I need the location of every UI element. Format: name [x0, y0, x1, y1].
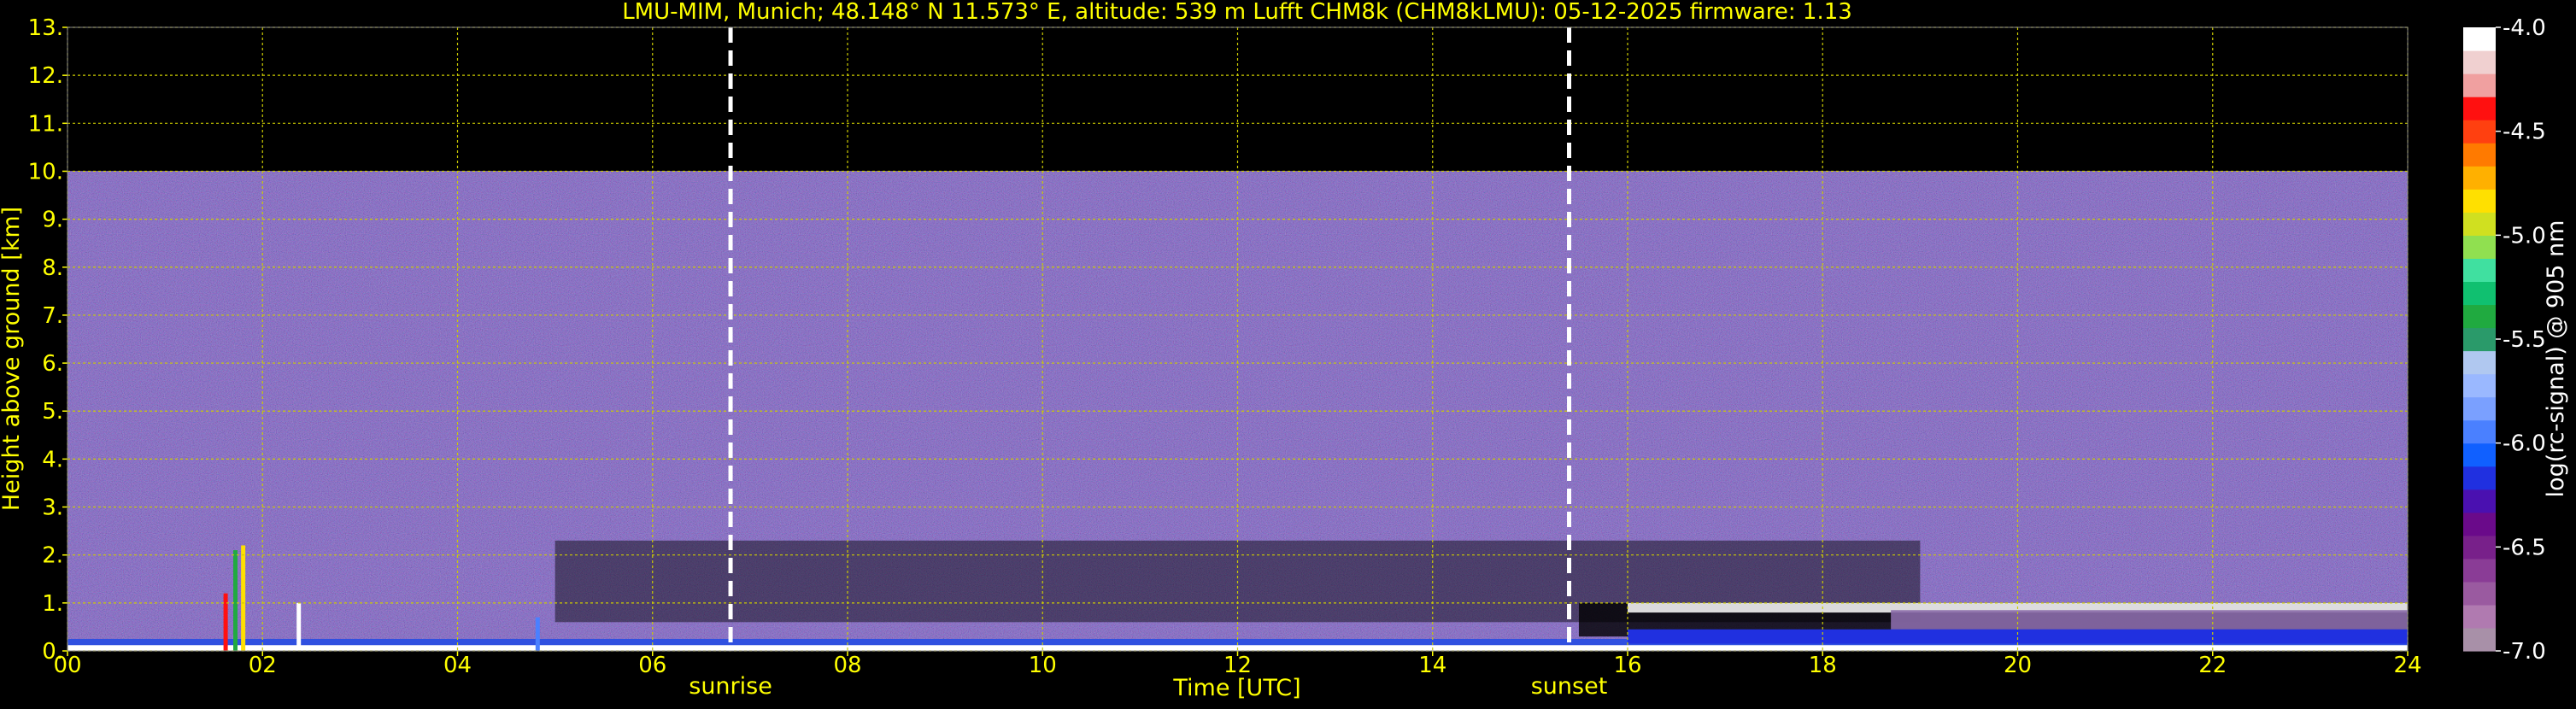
colorbar-segment — [2463, 442, 2496, 467]
colorbar-segment — [2463, 143, 2496, 167]
y-tick-label: 0. — [42, 639, 63, 665]
low-cloud — [1891, 610, 2408, 632]
x-tick-label: 14 — [1418, 653, 1446, 678]
colorbar-segment — [2463, 50, 2496, 74]
y-tick-label: 10. — [28, 159, 63, 185]
x-tick-label: 02 — [249, 653, 277, 678]
x-tick-label: 06 — [638, 653, 666, 678]
y-tick-label: 9. — [42, 208, 63, 233]
colorbar-segment — [2463, 212, 2496, 236]
y-tick-label: 8. — [42, 255, 63, 281]
colorbar-segment — [2463, 373, 2496, 398]
y-tick-label: 2. — [42, 543, 63, 569]
colorbar-label: log(rc-signal) @ 905 nm — [2543, 220, 2569, 498]
colorbar-segment — [2463, 535, 2496, 560]
chart-title: LMU-MIM, Munich; 48.148° N 11.573° E, al… — [622, 0, 1852, 25]
y-axis-label: Height above ground [km] — [0, 207, 25, 511]
signal-spike — [233, 550, 238, 651]
y-tick-label: 12. — [28, 63, 63, 89]
x-tick-label: 18 — [1809, 653, 1837, 678]
colorbar-segment — [2463, 27, 2496, 51]
colorbar-segment — [2463, 581, 2496, 606]
colorbar-segment — [2463, 419, 2496, 444]
marker-label-sunrise: sunrise — [689, 673, 772, 700]
chart-svg: sunrise sunset LMU-MIM, Munich; 48.148° N… — [0, 0, 2576, 706]
colorbar-segment — [2463, 189, 2496, 213]
colorbar-segment — [2463, 120, 2496, 144]
colorbar-tick-label: -5.0 — [2503, 223, 2546, 249]
signal-spike — [241, 545, 246, 651]
y-tick-label: 6. — [42, 351, 63, 377]
marker-label-sunset: sunset — [1531, 673, 1608, 700]
y-tick-label: 4. — [42, 447, 63, 472]
lidar-quicklook: sunrise sunset LMU-MIM, Munich; 48.148° N… — [0, 0, 2576, 706]
colorbar-tick-label: -4.5 — [2503, 120, 2546, 145]
colorbar-segment — [2463, 489, 2496, 513]
x-tick-label: 08 — [833, 653, 861, 678]
colorbar-tick-label: -7.0 — [2503, 639, 2546, 665]
y-tick-label: 13. — [28, 15, 63, 41]
signal-spike — [535, 617, 540, 651]
colorbar-segment — [2463, 627, 2496, 652]
x-tick-label: 16 — [1613, 653, 1641, 678]
y-tick-label: 3. — [42, 495, 63, 521]
colorbar-segment — [2463, 604, 2496, 629]
colorbar-segment — [2463, 97, 2496, 120]
colorbar-tick-label: -6.5 — [2503, 535, 2546, 560]
y-tick-label: 5. — [42, 399, 63, 425]
colorbar-segment — [2463, 327, 2496, 352]
colorbar-tick-label: -6.0 — [2503, 431, 2546, 457]
signal-spike — [223, 593, 228, 651]
colorbar-segment — [2463, 258, 2496, 283]
x-axis-label: Time [UTC] — [1172, 675, 1300, 701]
y-tick-label: 11. — [28, 111, 63, 137]
colorbar-segment — [2463, 304, 2496, 329]
aerosol-layer — [1628, 629, 2408, 644]
colorbar-segment — [2463, 466, 2496, 490]
colorbar-tick-label: -5.5 — [2503, 327, 2546, 353]
colorbar-segment — [2463, 235, 2496, 259]
colorbar-tick-label: -4.0 — [2503, 15, 2546, 41]
signal-spike — [296, 602, 302, 651]
x-tick-label: 24 — [2393, 653, 2421, 678]
colorbar-segment — [2463, 558, 2496, 583]
colorbar-segment — [2463, 350, 2496, 375]
colorbar-segment — [2463, 281, 2496, 306]
x-tick-label: 04 — [443, 653, 472, 678]
x-tick-label: 12 — [1223, 653, 1252, 678]
colorbar-segment — [2463, 512, 2496, 536]
x-tick-label: 20 — [2004, 653, 2032, 678]
x-tick-label: 22 — [2198, 653, 2227, 678]
colorbar-segment — [2463, 166, 2496, 190]
colorbar-segment — [2463, 396, 2496, 421]
x-tick-label: 10 — [1029, 653, 1057, 678]
y-tick-label: 1. — [42, 591, 63, 617]
y-tick-label: 7. — [42, 303, 63, 329]
colorbar-segment — [2463, 73, 2496, 97]
